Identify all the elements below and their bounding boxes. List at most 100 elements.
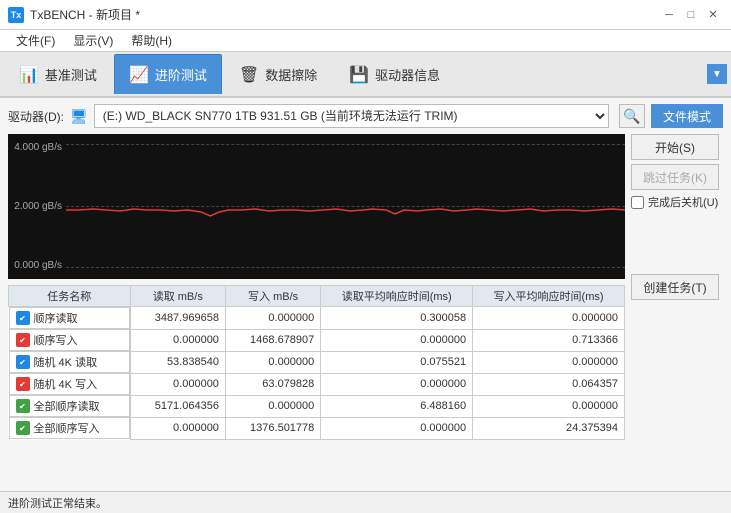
col-header-read: 读取 mB/s bbox=[130, 286, 225, 307]
maximize-button[interactable]: □ bbox=[681, 5, 701, 25]
close-button[interactable]: ✕ bbox=[703, 5, 723, 25]
task-type-icon: ✔ bbox=[16, 377, 30, 391]
task-read-ms-value: 0.300058 bbox=[321, 307, 473, 330]
start-button[interactable]: 开始(S) bbox=[631, 134, 719, 160]
task-write-value: 63.079828 bbox=[225, 373, 320, 395]
task-write-ms-value: 0.000000 bbox=[473, 395, 625, 417]
title-bar: Tx TxBENCH - 新项目 * ─ □ ✕ bbox=[0, 0, 731, 30]
table-row: ✔全部顺序读取5171.0643560.0000006.4881600.0000… bbox=[9, 395, 625, 417]
task-name-cell: ✔ 全部顺序写入 bbox=[9, 417, 130, 439]
col-header-read-ms: 读取平均响应时间(ms) bbox=[321, 286, 473, 307]
tab-bar: 📊 基准测试 📈 进阶测试 🗑 数据擦除 💾 驱动器信息 ▼ bbox=[0, 52, 731, 98]
create-task-button[interactable]: 创建任务(T) bbox=[631, 274, 719, 300]
tab-data-erase-label: 数据擦除 bbox=[265, 65, 317, 84]
chart-y-label-bottom: 0.000 gB/s bbox=[8, 260, 62, 271]
task-name-cell: ✔顺序写入 bbox=[9, 329, 130, 351]
tab-data-erase[interactable]: 🗑 数据擦除 bbox=[224, 54, 332, 94]
tab-drive-info-label: 驱动器信息 bbox=[375, 65, 440, 84]
task-type-icon: ✔ bbox=[16, 399, 30, 413]
tab-more-arrow[interactable]: ▼ bbox=[707, 64, 727, 84]
tab-drive-info[interactable]: 💾 驱动器信息 bbox=[334, 54, 455, 94]
task-type-icon: ✔ bbox=[16, 355, 30, 369]
shutdown-checkbox-row[interactable]: 完成后关机(U) bbox=[631, 194, 723, 210]
task-write-ms-value: 0.064357 bbox=[473, 373, 625, 395]
drive-indicator: 🖥 bbox=[70, 108, 88, 125]
table-row: ✔顺序写入0.0000001468.6789070.0000000.713366 bbox=[9, 329, 625, 351]
task-read-ms-value: 0.000000 bbox=[321, 329, 473, 351]
advanced-test-icon: 📈 bbox=[129, 65, 149, 85]
drive-label: 驱动器(D): bbox=[8, 108, 64, 125]
content-with-sidebar: 4.000 gB/s 2.000 gB/s 0.000 gB/s bbox=[8, 134, 723, 440]
task-name-text: 随机 4K 写入 bbox=[34, 376, 98, 392]
title-bar-controls: ─ □ ✕ bbox=[659, 5, 723, 25]
task-name-cell: ✔全部顺序读取 bbox=[9, 395, 130, 417]
skip-task-button[interactable]: 跳过任务(K) bbox=[631, 164, 719, 190]
task-write-value: 0.000000 bbox=[225, 307, 320, 330]
content-sidebar: 开始(S) 跳过任务(K) 完成后关机(U) 创建任务(T) bbox=[631, 134, 723, 440]
app-icon: Tx bbox=[8, 7, 24, 23]
shutdown-checkbox[interactable] bbox=[631, 196, 644, 209]
task-read-value: 53.838540 bbox=[130, 351, 225, 373]
window-title: TxBENCH - 新项目 * bbox=[30, 6, 140, 23]
tab-basic-test[interactable]: 📊 基准测试 bbox=[4, 54, 112, 94]
menu-bar: 文件(F) 显示(V) 帮助(H) bbox=[0, 30, 731, 52]
drive-info-icon: 💾 bbox=[349, 65, 369, 85]
drive-row: 驱动器(D): 🖥 (E:) WD_BLACK SN770 1TB 931.51… bbox=[8, 104, 723, 128]
task-name-text: 随机 4K 读取 bbox=[34, 354, 98, 370]
task-type-icon: ✔ bbox=[16, 311, 30, 325]
task-name-cell: ✔ 随机 4K 写入 bbox=[9, 373, 130, 395]
shutdown-label: 完成后关机(U) bbox=[648, 194, 718, 210]
chart-y-label-top: 4.000 gB/s bbox=[8, 142, 62, 153]
chart-svg bbox=[66, 134, 625, 279]
menu-view[interactable]: 显示(V) bbox=[65, 30, 121, 51]
col-header-write-ms: 写入平均响应时间(ms) bbox=[473, 286, 625, 307]
task-read-value: 0.000000 bbox=[130, 417, 225, 439]
table-body: ✔顺序读取3487.9696580.0000000.3000580.000000… bbox=[9, 307, 625, 440]
main-content: 驱动器(D): 🖥 (E:) WD_BLACK SN770 1TB 931.51… bbox=[0, 98, 731, 491]
task-write-value: 1376.501778 bbox=[225, 417, 320, 439]
file-mode-button[interactable]: 文件模式 bbox=[651, 104, 723, 128]
task-read-value: 0.000000 bbox=[130, 329, 225, 351]
task-read-ms-value: 0.000000 bbox=[321, 373, 473, 395]
drive-select[interactable]: (E:) WD_BLACK SN770 1TB 931.51 GB (当前环境无… bbox=[94, 104, 609, 128]
drive-info-button[interactable]: 🔍 bbox=[619, 104, 645, 128]
title-bar-left: Tx TxBENCH - 新项目 * bbox=[8, 6, 140, 23]
menu-file[interactable]: 文件(F) bbox=[8, 30, 63, 51]
tab-advanced-test-label: 进阶测试 bbox=[155, 65, 207, 84]
chart-plot bbox=[66, 134, 625, 279]
table-header-row: 任务名称 读取 mB/s 写入 mB/s 读取平均响应时间(ms) 写入平均响应… bbox=[9, 286, 625, 307]
chart-line bbox=[66, 209, 625, 216]
table-row: ✔随机 4K 写入0.00000063.0798280.0000000.0643… bbox=[9, 373, 625, 395]
task-name-text: 全部顺序写入 bbox=[34, 420, 100, 436]
task-read-value: 3487.969658 bbox=[130, 307, 225, 330]
task-write-value: 0.000000 bbox=[225, 395, 320, 417]
task-write-value: 0.000000 bbox=[225, 351, 320, 373]
task-read-value: 5171.064356 bbox=[130, 395, 225, 417]
tab-advanced-test[interactable]: 📈 进阶测试 bbox=[114, 54, 222, 94]
task-name-text: 顺序读取 bbox=[34, 310, 78, 326]
content-main: 4.000 gB/s 2.000 gB/s 0.000 gB/s bbox=[8, 134, 625, 440]
status-bar: 进阶测试正常结束。 bbox=[0, 491, 731, 513]
task-type-icon: ✔ bbox=[16, 421, 30, 435]
task-name-cell: ✔ 顺序读取 bbox=[9, 307, 130, 329]
basic-test-icon: 📊 bbox=[19, 65, 39, 85]
task-name-cell: ✔ 随机 4K 读取 bbox=[9, 351, 130, 373]
task-read-ms-value: 0.075521 bbox=[321, 351, 473, 373]
task-write-ms-value: 0.000000 bbox=[473, 351, 625, 373]
menu-help[interactable]: 帮助(H) bbox=[123, 30, 180, 51]
task-read-ms-value: 0.000000 bbox=[321, 417, 473, 439]
col-header-write: 写入 mB/s bbox=[225, 286, 320, 307]
chart-y-label-mid: 2.000 gB/s bbox=[8, 201, 62, 212]
task-read-value: 0.000000 bbox=[130, 373, 225, 395]
tab-basic-test-label: 基准测试 bbox=[45, 65, 97, 84]
minimize-button[interactable]: ─ bbox=[659, 5, 679, 25]
table-row: ✔随机 4K 读取53.8385400.0000000.0755210.0000… bbox=[9, 351, 625, 373]
task-write-ms-value: 0.713366 bbox=[473, 329, 625, 351]
task-type-icon: ✔ bbox=[16, 333, 30, 347]
chart-y-labels: 4.000 gB/s 2.000 gB/s 0.000 gB/s bbox=[8, 134, 66, 279]
chart-area: 4.000 gB/s 2.000 gB/s 0.000 gB/s bbox=[8, 134, 625, 279]
task-write-ms-value: 24.375394 bbox=[473, 417, 625, 439]
drive-select-wrapper: (E:) WD_BLACK SN770 1TB 931.51 GB (当前环境无… bbox=[94, 104, 609, 128]
data-erase-icon: 🗑 bbox=[239, 65, 259, 85]
task-write-ms-value: 0.000000 bbox=[473, 307, 625, 330]
